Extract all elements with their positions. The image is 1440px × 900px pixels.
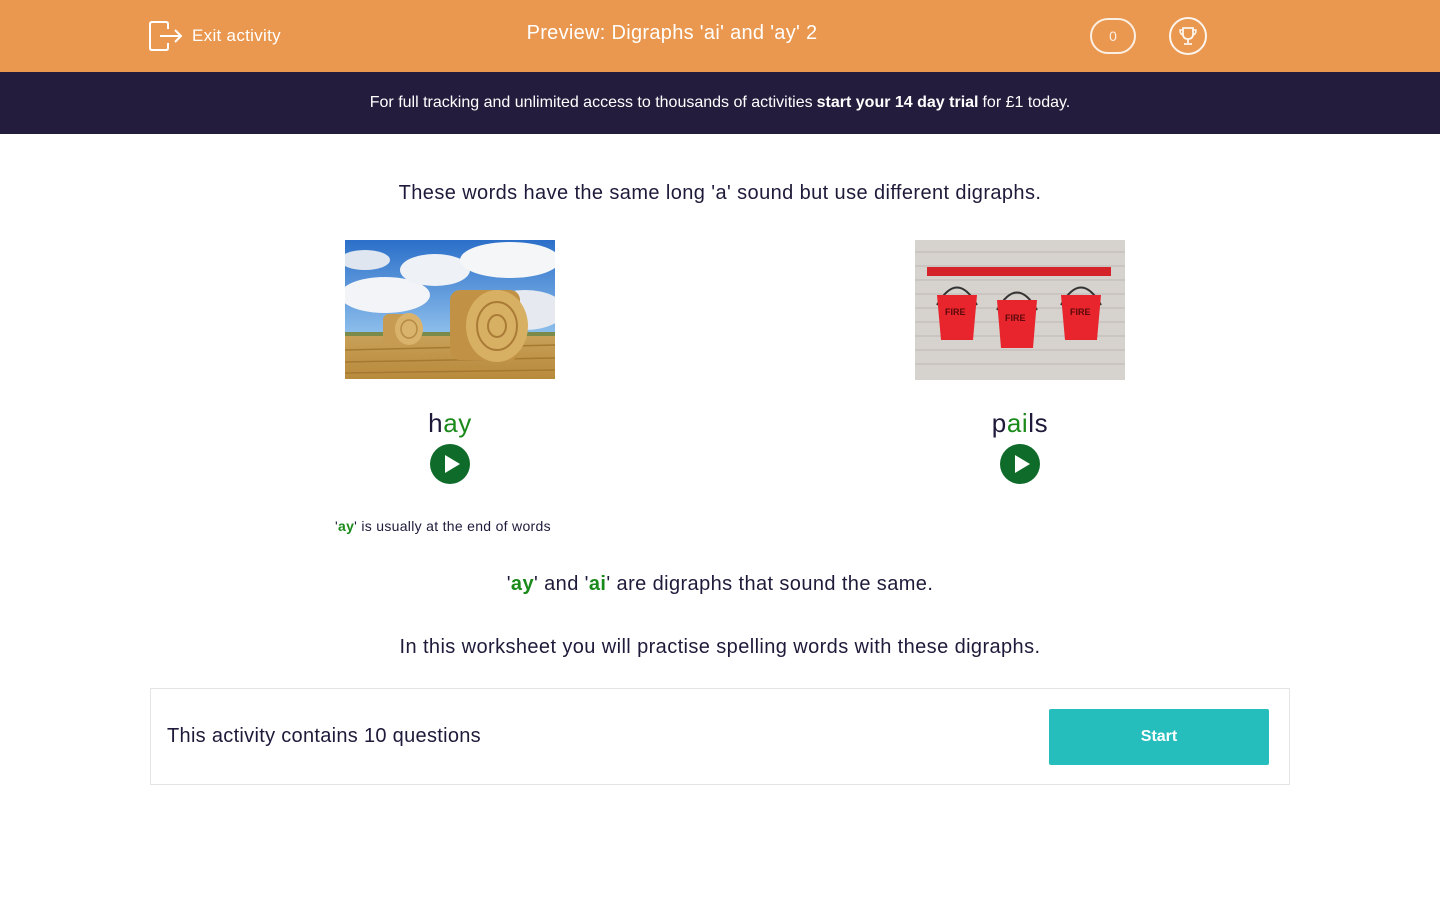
svg-text:FIRE: FIRE <box>1005 313 1026 323</box>
start-button[interactable]: Start <box>1049 709 1269 765</box>
banner-text-end: for £1 today. <box>982 94 1071 111</box>
word-card-pails: FIRE FIRE FIRE pails <box>905 240 1135 484</box>
same-digraph-ai: ai <box>588 573 607 595</box>
word-hay: hay <box>335 408 565 438</box>
word-pails: pails <box>905 408 1135 438</box>
svg-text:FIRE: FIRE <box>945 307 966 317</box>
exit-activity-button[interactable]: Exit activity <box>148 20 281 52</box>
exit-activity-label: Exit activity <box>192 26 281 45</box>
question-count: This activity contains 10 questions <box>167 725 481 747</box>
intro-text: These words have the same long 'a' sound… <box>398 182 1042 204</box>
same-rest: ' are digraphs that sound the same. <box>606 573 934 595</box>
banner-text: For full tracking and unlimited access t… <box>369 94 813 111</box>
word-start: p <box>991 408 1007 438</box>
word-card-hay: hay <box>335 240 565 484</box>
play-audio-button[interactable] <box>430 444 470 484</box>
page-title: Preview: Digraphs 'ai' and 'ay' 2 <box>526 22 818 44</box>
word-end: ls <box>1028 408 1049 438</box>
play-audio-button[interactable] <box>1000 444 1040 484</box>
trophy-icon <box>1179 27 1197 45</box>
word-digraph: ai <box>1006 408 1029 438</box>
trophy-button[interactable] <box>1169 17 1207 55</box>
trial-link[interactable]: start your 14 day trial <box>817 94 979 112</box>
activity-footer: This activity contains 10 questions Star… <box>150 688 1290 785</box>
word-start: h <box>428 408 444 438</box>
score-counter: 0 <box>1090 18 1136 54</box>
practise-text: In this worksheet you will practise spel… <box>399 636 1041 658</box>
exit-icon <box>149 21 183 51</box>
digraph-note: 'ay' is usually at the end of words <box>335 518 551 534</box>
note-digraph: ay <box>337 518 355 534</box>
trial-banner: For full tracking and unlimited access t… <box>0 72 1440 134</box>
same-mid: ' and ' <box>533 573 589 595</box>
svg-text:FIRE: FIRE <box>1070 307 1091 317</box>
same-sound-text: 'ay' and 'ai' are digraphs that sound th… <box>0 573 1440 596</box>
fire-buckets-photo: FIRE FIRE FIRE <box>915 240 1125 380</box>
top-bar: Exit activity Preview: Digraphs 'ai' and… <box>0 0 1440 72</box>
word-digraph: ay <box>443 408 472 438</box>
note-text: ' is usually at the end of words <box>354 518 551 534</box>
hay-bales-photo <box>345 240 555 379</box>
same-digraph-ay: ay <box>510 573 534 595</box>
